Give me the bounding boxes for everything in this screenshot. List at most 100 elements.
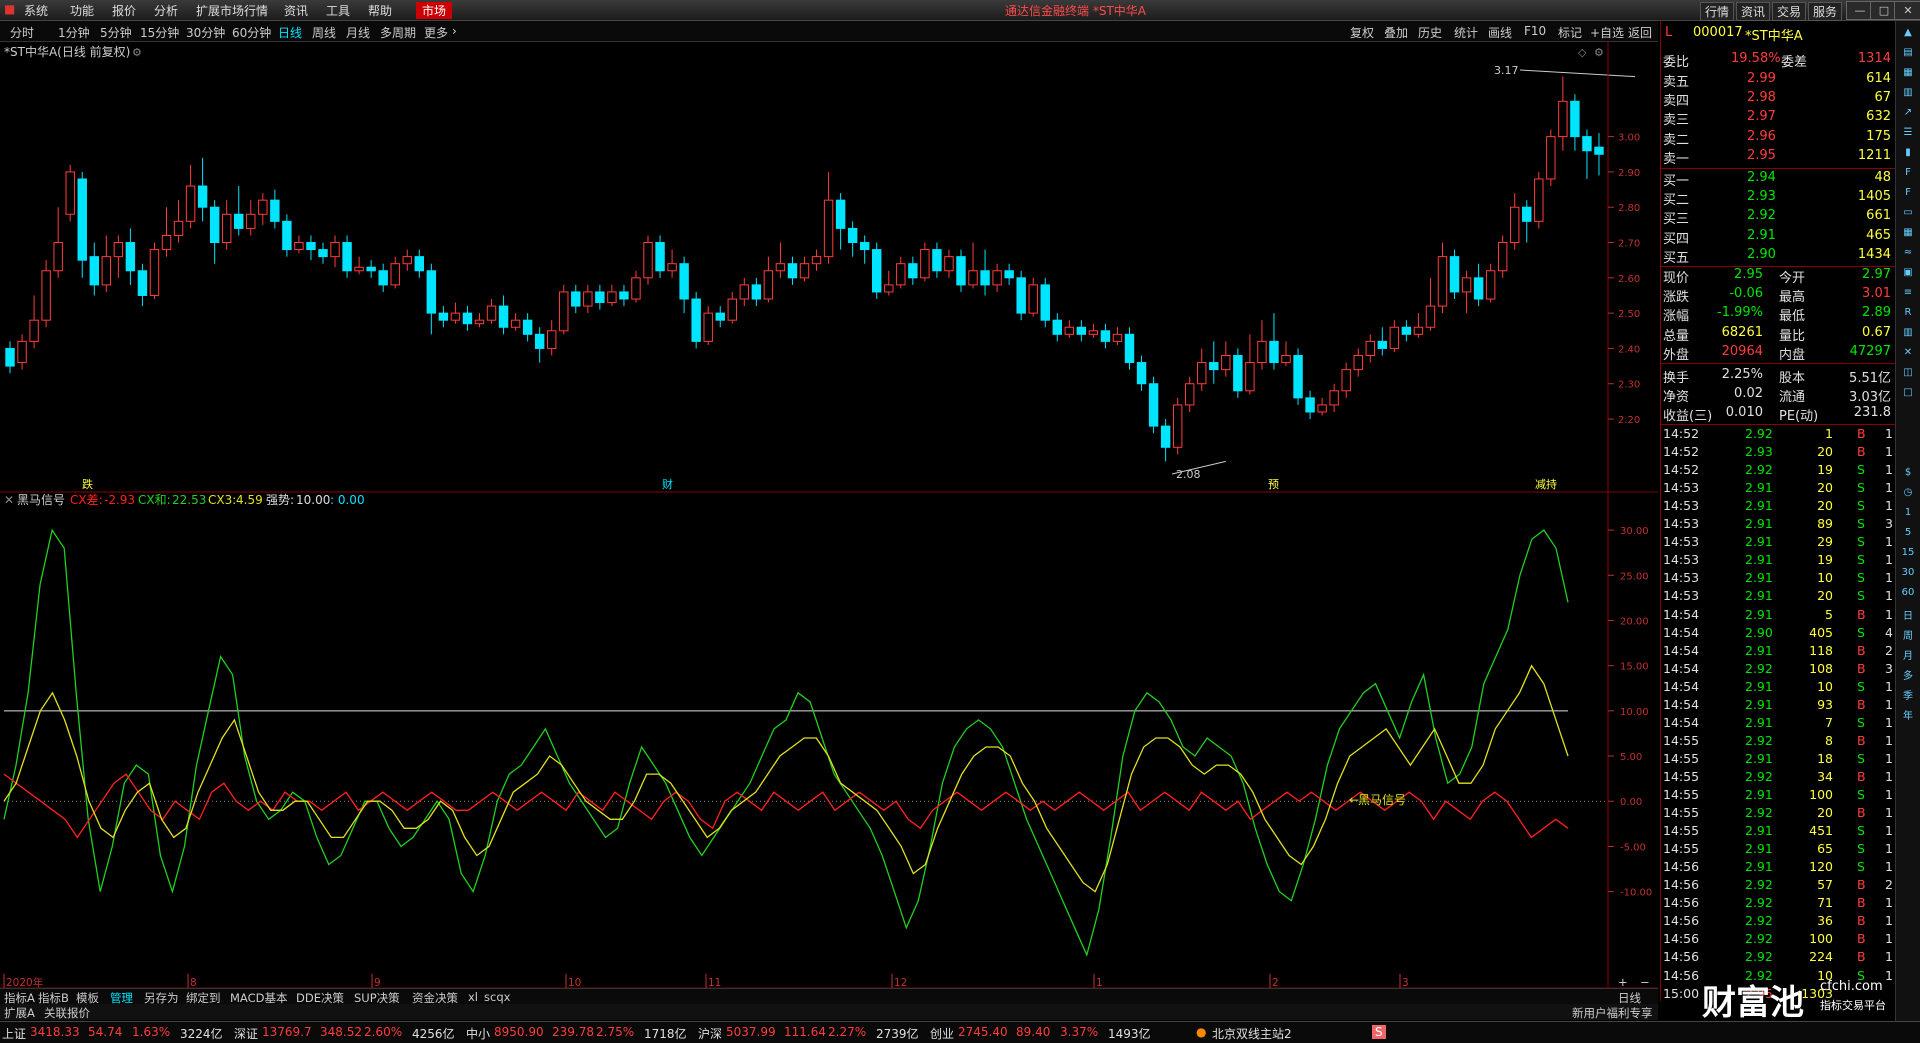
f-icon[interactable]: F [1899, 167, 1917, 183]
day-icon[interactable]: 日 [1899, 607, 1917, 623]
buy-level[interactable]: 买四 2.91 465 [1661, 228, 1895, 247]
indicator-close-icon[interactable]: ✕ [4, 493, 14, 507]
period-timeshare[interactable]: 分时 [10, 24, 34, 41]
f10-icon[interactable]: F [1899, 187, 1917, 203]
menu-system[interactable]: 系统 [24, 2, 48, 19]
fund-icon[interactable]: $ [1899, 467, 1917, 483]
square-icon[interactable]: □ [1899, 387, 1917, 403]
line-icon[interactable]: ↗ [1899, 107, 1917, 123]
event-marker[interactable]: 减持 [1535, 477, 1557, 491]
tool-draw[interactable]: 画线 [1488, 24, 1512, 41]
period-30min[interactable]: 30分钟 [186, 24, 225, 41]
menu-tools[interactable]: 工具 [326, 2, 350, 19]
tool-add-watch[interactable]: +自选 [1590, 24, 1624, 41]
app-logo-icon[interactable]: ■ [4, 2, 15, 16]
menu-analysis[interactable]: 分析 [154, 2, 178, 19]
ext-a[interactable]: 扩展A [4, 1005, 35, 1021]
menu-function[interactable]: 功能 [70, 2, 94, 19]
server-name[interactable]: 北京双线主站2 [1212, 1025, 1292, 1042]
rank-icon[interactable]: ▥ [1899, 327, 1917, 343]
tick-5-icon[interactable]: 5 [1899, 527, 1917, 543]
month-icon[interactable]: 月 [1899, 647, 1917, 663]
menu-quote[interactable]: 报价 [112, 2, 136, 19]
tab-scqx[interactable]: scqx [484, 990, 510, 1004]
period-weekly[interactable]: 周线 [312, 24, 336, 41]
grid-icon[interactable]: ▦ [1899, 67, 1917, 83]
tab-xl[interactable]: xl [468, 990, 478, 1004]
sell-level[interactable]: 卖一 2.95 1211 [1661, 148, 1895, 167]
btn-trade[interactable]: 交易 [1772, 2, 1807, 21]
period-multi[interactable]: 多周期 [380, 24, 416, 41]
index-n[interactable]: 中小 [466, 1025, 490, 1042]
kline-chart[interactable]: 3.002.902.802.702.602.502.402.302.20 30.… [0, 42, 1658, 988]
sell-level[interactable]: 卖五 2.99 614 [1661, 71, 1895, 90]
period-1min[interactable]: 1分钟 [58, 24, 90, 41]
tool-history[interactable]: 历史 [1418, 24, 1442, 41]
period-monthly[interactable]: 月线 [346, 24, 370, 41]
index-n[interactable]: 深证 [234, 1025, 258, 1042]
tool-stats[interactable]: 统计 [1454, 24, 1478, 41]
event-marker[interactable]: 跌 [82, 477, 93, 491]
tool-mark[interactable]: 标记 [1558, 24, 1582, 41]
zoom-plus-icon[interactable]: + [1618, 975, 1628, 989]
period-more[interactable]: 更多 [424, 24, 448, 41]
news-icon[interactable]: ▭ [1899, 207, 1917, 223]
period-15min[interactable]: 15分钟 [140, 24, 179, 41]
gear-icon[interactable]: ⚙ [1594, 46, 1604, 59]
menu-ext-market[interactable]: 扩展市场行情 [196, 2, 268, 19]
period-daily[interactable]: 日线 [278, 24, 302, 41]
wave-icon[interactable]: ≈ [1899, 247, 1917, 263]
related-quote[interactable]: 关联报价 [44, 1005, 90, 1021]
tool-f10[interactable]: F10 [1524, 24, 1546, 38]
sell-level[interactable]: 卖三 2.97 632 [1661, 109, 1895, 128]
event-marker[interactable]: 财 [662, 477, 673, 491]
btn-market[interactable]: 行情 [1700, 2, 1735, 21]
period-5min[interactable]: 5分钟 [100, 24, 132, 41]
season-icon[interactable]: 季 [1899, 687, 1917, 703]
index-n[interactable]: 沪深 [698, 1025, 722, 1042]
buy-level[interactable]: 买三 2.92 661 [1661, 208, 1895, 227]
settings-icon[interactable]: ⚙ [132, 46, 142, 59]
menu-help[interactable]: 帮助 [368, 2, 392, 19]
chevron-right-icon[interactable]: › [452, 24, 457, 38]
zoom-minus-icon[interactable]: − [1640, 975, 1650, 989]
close-icon[interactable]: ✕ [1894, 1, 1920, 20]
period-60min[interactable]: 60分钟 [232, 24, 271, 41]
event-marker[interactable]: 预 [1268, 478, 1279, 491]
tick-15-icon[interactable]: 15 [1899, 547, 1917, 563]
buy-level[interactable]: 买二 2.93 1405 [1661, 189, 1895, 208]
buy-level[interactable]: 买五 2.90 1434 [1661, 247, 1895, 266]
monitor-icon[interactable]: ▣ [1899, 267, 1917, 283]
tool-adjust[interactable]: 复权 [1350, 24, 1374, 41]
rss-icon[interactable]: R [1899, 307, 1917, 323]
sell-level[interactable]: 卖二 2.96 175 [1661, 129, 1895, 148]
tick-30-icon[interactable]: 30 [1899, 567, 1917, 583]
multi-icon[interactable]: 多 [1899, 667, 1917, 683]
stack-icon[interactable]: ≡ [1899, 287, 1917, 303]
up-arrow-icon[interactable]: ▲ [1899, 27, 1917, 43]
year-icon[interactable]: 年 [1899, 707, 1917, 723]
buy-level[interactable]: 买一 2.94 48 [1661, 170, 1895, 189]
index-n[interactable]: 创业 [930, 1025, 954, 1042]
sell-level[interactable]: 卖四 2.98 67 [1661, 90, 1895, 109]
menu-info[interactable]: 资讯 [284, 2, 308, 19]
input-method-icon[interactable]: S [1372, 1025, 1386, 1039]
tool-overlay[interactable]: 叠加 [1384, 24, 1408, 41]
menu-market[interactable]: 市场 [416, 2, 453, 19]
list-icon[interactable]: ☰ [1899, 127, 1917, 143]
sector-icon[interactable]: ◫ [1899, 367, 1917, 383]
doc-icon[interactable]: ▤ [1899, 47, 1917, 63]
btn-service[interactable]: 服务 [1808, 2, 1843, 21]
tool-back[interactable]: 返回 [1628, 24, 1652, 41]
x-icon[interactable]: ✕ [1899, 347, 1917, 363]
clock-icon[interactable]: ◷ [1899, 487, 1917, 503]
week-icon[interactable]: 周 [1899, 627, 1917, 643]
bar-icon[interactable]: ▮ [1899, 147, 1917, 163]
tick-60-icon[interactable]: 60 [1899, 587, 1917, 603]
btn-info[interactable]: 资讯 [1736, 2, 1771, 21]
new-user-benefit[interactable]: 新用户福利专享 [1572, 1005, 1653, 1021]
table-icon[interactable]: ▦ [1899, 227, 1917, 243]
diamond-icon[interactable]: ◇ [1578, 46, 1587, 59]
tick-1-icon[interactable]: 1 [1899, 507, 1917, 523]
chart-icon[interactable]: ▥ [1899, 87, 1917, 103]
